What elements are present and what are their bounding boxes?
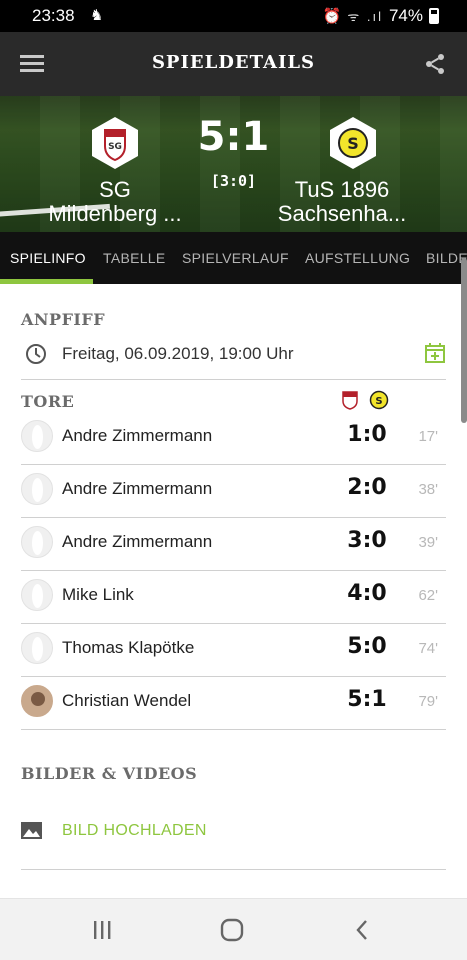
goal-minute: 17' <box>418 428 438 445</box>
divider <box>21 869 446 870</box>
image-icon <box>21 822 42 839</box>
system-nav-bar <box>0 898 467 960</box>
back-icon[interactable] <box>348 915 378 945</box>
goal-minute: 74' <box>418 640 438 657</box>
clock-icon <box>26 344 46 364</box>
goal-minute: 38' <box>418 481 438 498</box>
status-time: 23:38 <box>32 6 75 25</box>
page-title: SPIELDETAILS <box>151 52 316 73</box>
battery-icon <box>429 8 439 24</box>
kickoff-row: Freitag, 06.09.2019, 19:00 Uhr <box>21 340 446 370</box>
status-bar: 23:38 ♞ ⏰ ᯤ .ıl 74% <box>0 0 467 32</box>
kickoff-datetime: Freitag, 06.09.2019, 19:00 Uhr <box>62 344 294 363</box>
tab-tabelle[interactable]: TABELLE <box>103 250 166 266</box>
goal-scorer: Andre Zimmermann <box>62 479 213 498</box>
goal-scorer: Andre Zimmermann <box>62 532 213 551</box>
scrollbar[interactable] <box>461 258 467 423</box>
tab-spielinfo[interactable]: SPIELINFO <box>10 250 86 266</box>
halftime-score: [3:0] <box>210 172 257 190</box>
goal-score: 1:0 <box>347 422 387 447</box>
tab-aufstellung[interactable]: AUFSTELLUNG <box>305 250 410 266</box>
notification-icon: ♞ <box>90 7 104 24</box>
goals-heading: TORE <box>21 392 75 411</box>
calendar-add-icon[interactable] <box>424 342 446 364</box>
goal-row[interactable]: Mike Link 4:0 62' <box>21 571 446 624</box>
player-photo-avatar <box>21 685 53 717</box>
recents-icon[interactable] <box>87 915 117 945</box>
goal-row[interactable]: Andre Zimmermann 3:0 39' <box>21 518 446 571</box>
goal-scorer: Mike Link <box>62 585 134 604</box>
divider <box>21 379 446 380</box>
player-avatar-icon <box>21 579 53 611</box>
goal-row[interactable]: Christian Wendel 5:1 79' <box>21 677 446 730</box>
share-icon[interactable] <box>423 52 447 76</box>
goal-score: 4:0 <box>347 581 387 606</box>
upload-image-label: BILD HOCHLADEN <box>62 822 207 839</box>
match-header: SG S SG Mildenberg ... TuS 1896 Sachsenh… <box>0 96 467 232</box>
home-team-small-crest <box>342 391 358 410</box>
player-avatar-icon <box>21 632 53 664</box>
goal-minute: 62' <box>418 587 438 604</box>
player-avatar-icon <box>21 526 53 558</box>
goal-scorer: Christian Wendel <box>62 691 192 710</box>
goal-row[interactable]: Thomas Klapötke 5:0 74' <box>21 624 446 677</box>
goal-minute: 39' <box>418 534 438 551</box>
tab-spielverlauf[interactable]: SPIELVERLAUF <box>182 250 289 266</box>
kickoff-heading: ANPFIFF <box>21 310 106 329</box>
active-tab-indicator <box>0 279 93 284</box>
goal-score: 2:0 <box>347 475 387 500</box>
signal-icon: ᯤ .ıl <box>347 9 383 24</box>
svg-text:S: S <box>375 396 382 407</box>
alarm-icon: ⏰ <box>322 8 342 25</box>
goal-row[interactable]: Andre Zimmermann 1:0 17' <box>21 412 446 465</box>
battery-percent: 74% <box>388 6 423 25</box>
media-heading: BILDER & VIDEOS <box>21 764 198 783</box>
goal-scorer: Thomas Klapötke <box>62 638 195 657</box>
goal-score: 3:0 <box>347 528 387 553</box>
tab-bar: SPIELINFO TABELLE SPIELVERLAUF AUFSTELLU… <box>0 232 467 284</box>
goal-scorer: Andre Zimmermann <box>62 426 213 445</box>
goal-row[interactable]: Andre Zimmermann 2:0 38' <box>21 465 446 518</box>
player-avatar-icon <box>21 420 53 452</box>
home-icon[interactable] <box>217 915 247 945</box>
goal-score: 5:0 <box>347 634 387 659</box>
player-avatar-icon <box>21 473 53 505</box>
away-team-small-crest: S <box>369 390 389 410</box>
goal-minute: 79' <box>418 693 438 710</box>
app-bar: SPIELDETAILS <box>0 32 467 96</box>
upload-image-button[interactable]: BILD HOCHLADEN <box>21 817 446 847</box>
goal-score: 5:1 <box>347 687 387 712</box>
final-score: 5:1 <box>197 114 270 160</box>
